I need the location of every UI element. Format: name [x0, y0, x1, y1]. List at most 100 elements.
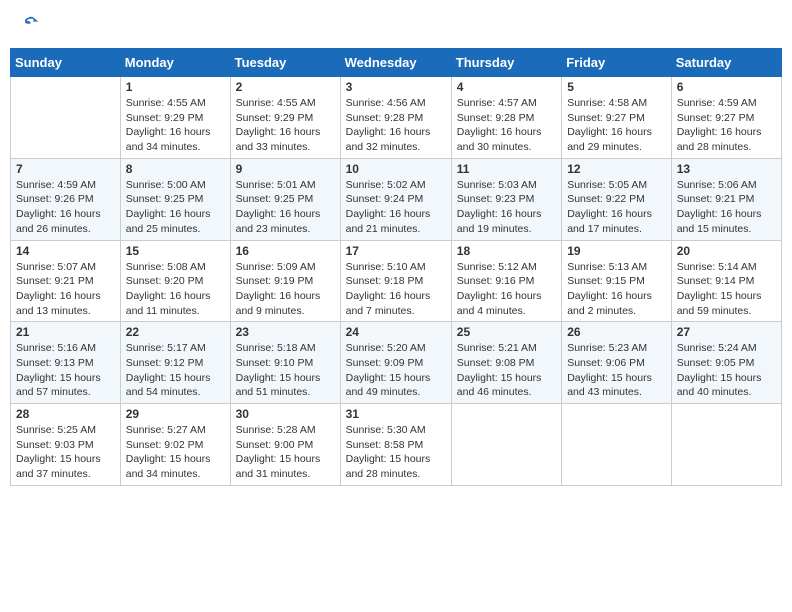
day-number: 1 — [126, 80, 225, 94]
day-info: Sunrise: 5:00 AM Sunset: 9:25 PM Dayligh… — [126, 178, 225, 237]
logo-bird-icon — [22, 15, 40, 33]
calendar-cell: 21 Sunrise: 5:16 AM Sunset: 9:13 PM Dayli… — [11, 322, 121, 404]
calendar-cell — [562, 404, 672, 486]
day-info: Sunrise: 5:05 AM Sunset: 9:22 PM Dayligh… — [567, 178, 666, 237]
day-number: 7 — [16, 162, 115, 176]
day-number: 19 — [567, 244, 666, 258]
calendar-cell: 7 Sunrise: 4:59 AM Sunset: 9:26 PM Daylig… — [11, 158, 121, 240]
day-number: 12 — [567, 162, 666, 176]
day-info: Sunrise: 5:10 AM Sunset: 9:18 PM Dayligh… — [346, 260, 446, 319]
calendar-cell: 18 Sunrise: 5:12 AM Sunset: 9:16 PM Dayli… — [451, 240, 561, 322]
calendar-cell — [671, 404, 781, 486]
calendar-cell: 14 Sunrise: 5:07 AM Sunset: 9:21 PM Dayli… — [11, 240, 121, 322]
day-number: 25 — [457, 325, 556, 339]
calendar-week-row: 7 Sunrise: 4:59 AM Sunset: 9:26 PM Daylig… — [11, 158, 782, 240]
day-number: 3 — [346, 80, 446, 94]
day-number: 24 — [346, 325, 446, 339]
calendar-cell: 29 Sunrise: 5:27 AM Sunset: 9:02 PM Dayli… — [120, 404, 230, 486]
day-number: 2 — [236, 80, 335, 94]
day-number: 27 — [677, 325, 776, 339]
calendar-week-row: 28Sunrise: 5:25 AM Sunset: 9:03 PM Dayli… — [11, 404, 782, 486]
calendar-cell: 11 Sunrise: 5:03 AM Sunset: 9:23 PM Dayli… — [451, 158, 561, 240]
day-number: 28 — [16, 407, 115, 421]
day-number: 22 — [126, 325, 225, 339]
column-header-saturday: Saturday — [671, 49, 781, 77]
calendar-cell: 5 Sunrise: 4:58 AM Sunset: 9:27 PM Daylig… — [562, 77, 672, 159]
calendar-cell — [451, 404, 561, 486]
column-header-monday: Monday — [120, 49, 230, 77]
calendar-cell: 22Sunrise: 5:17 AM Sunset: 9:12 PM Dayli… — [120, 322, 230, 404]
calendar-cell: 3 Sunrise: 4:56 AM Sunset: 9:28 PM Daylig… — [340, 77, 451, 159]
calendar-cell: 23 Sunrise: 5:18 AM Sunset: 9:10 PM Dayli… — [230, 322, 340, 404]
day-number: 9 — [236, 162, 335, 176]
day-info: Sunrise: 4:59 AM Sunset: 9:27 PM Dayligh… — [677, 96, 776, 155]
column-header-tuesday: Tuesday — [230, 49, 340, 77]
calendar-week-row: 1 Sunrise: 4:55 AM Sunset: 9:29 PM Daylig… — [11, 77, 782, 159]
calendar-week-row: 21 Sunrise: 5:16 AM Sunset: 9:13 PM Dayli… — [11, 322, 782, 404]
calendar-table: SundayMondayTuesdayWednesdayThursdayFrid… — [10, 48, 782, 486]
day-info: Sunrise: 5:12 AM Sunset: 9:16 PM Dayligh… — [457, 260, 556, 319]
day-info: Sunrise: 4:56 AM Sunset: 9:28 PM Dayligh… — [346, 96, 446, 155]
calendar-cell: 26 Sunrise: 5:23 AM Sunset: 9:06 PM Dayli… — [562, 322, 672, 404]
day-number: 11 — [457, 162, 556, 176]
day-number: 23 — [236, 325, 335, 339]
day-number: 14 — [16, 244, 115, 258]
day-info: Sunrise: 5:23 AM Sunset: 9:06 PM Dayligh… — [567, 341, 666, 400]
day-number: 26 — [567, 325, 666, 339]
calendar-cell: 1 Sunrise: 4:55 AM Sunset: 9:29 PM Daylig… — [120, 77, 230, 159]
day-number: 18 — [457, 244, 556, 258]
column-header-wednesday: Wednesday — [340, 49, 451, 77]
day-info: Sunrise: 5:24 AM Sunset: 9:05 PM Dayligh… — [677, 341, 776, 400]
calendar-cell: 10Sunrise: 5:02 AM Sunset: 9:24 PM Dayli… — [340, 158, 451, 240]
day-info: Sunrise: 4:58 AM Sunset: 9:27 PM Dayligh… — [567, 96, 666, 155]
day-info: Sunrise: 5:13 AM Sunset: 9:15 PM Dayligh… — [567, 260, 666, 319]
calendar-cell: 30 Sunrise: 5:28 AM Sunset: 9:00 PM Dayli… — [230, 404, 340, 486]
column-header-friday: Friday — [562, 49, 672, 77]
calendar-cell — [11, 77, 121, 159]
day-number: 17 — [346, 244, 446, 258]
day-number: 16 — [236, 244, 335, 258]
column-header-thursday: Thursday — [451, 49, 561, 77]
day-info: Sunrise: 5:30 AM Sunset: 8:58 PM Dayligh… — [346, 423, 446, 482]
day-number: 5 — [567, 80, 666, 94]
day-info: Sunrise: 5:21 AM Sunset: 9:08 PM Dayligh… — [457, 341, 556, 400]
day-info: Sunrise: 5:14 AM Sunset: 9:14 PM Dayligh… — [677, 260, 776, 319]
day-info: Sunrise: 5:03 AM Sunset: 9:23 PM Dayligh… — [457, 178, 556, 237]
calendar-cell: 4Sunrise: 4:57 AM Sunset: 9:28 PM Daylig… — [451, 77, 561, 159]
day-info: Sunrise: 5:02 AM Sunset: 9:24 PM Dayligh… — [346, 178, 446, 237]
day-info: Sunrise: 5:07 AM Sunset: 9:21 PM Dayligh… — [16, 260, 115, 319]
calendar-cell: 6 Sunrise: 4:59 AM Sunset: 9:27 PM Daylig… — [671, 77, 781, 159]
day-info: Sunrise: 5:09 AM Sunset: 9:19 PM Dayligh… — [236, 260, 335, 319]
calendar-cell: 20 Sunrise: 5:14 AM Sunset: 9:14 PM Dayli… — [671, 240, 781, 322]
calendar-cell: 31 Sunrise: 5:30 AM Sunset: 8:58 PM Dayli… — [340, 404, 451, 486]
day-number: 6 — [677, 80, 776, 94]
day-number: 31 — [346, 407, 446, 421]
day-number: 15 — [126, 244, 225, 258]
logo — [20, 15, 40, 33]
day-info: Sunrise: 5:28 AM Sunset: 9:00 PM Dayligh… — [236, 423, 335, 482]
calendar-cell: 28Sunrise: 5:25 AM Sunset: 9:03 PM Dayli… — [11, 404, 121, 486]
day-number: 4 — [457, 80, 556, 94]
calendar-cell: 16 Sunrise: 5:09 AM Sunset: 9:19 PM Dayli… — [230, 240, 340, 322]
day-info: Sunrise: 5:16 AM Sunset: 9:13 PM Dayligh… — [16, 341, 115, 400]
day-number: 20 — [677, 244, 776, 258]
day-number: 30 — [236, 407, 335, 421]
calendar-cell: 27 Sunrise: 5:24 AM Sunset: 9:05 PM Dayli… — [671, 322, 781, 404]
day-info: Sunrise: 5:18 AM Sunset: 9:10 PM Dayligh… — [236, 341, 335, 400]
calendar-cell: 24 Sunrise: 5:20 AM Sunset: 9:09 PM Dayli… — [340, 322, 451, 404]
day-number: 13 — [677, 162, 776, 176]
calendar-cell: 2Sunrise: 4:55 AM Sunset: 9:29 PM Daylig… — [230, 77, 340, 159]
day-number: 21 — [16, 325, 115, 339]
day-info: Sunrise: 4:59 AM Sunset: 9:26 PM Dayligh… — [16, 178, 115, 237]
calendar-cell: 17 Sunrise: 5:10 AM Sunset: 9:18 PM Dayli… — [340, 240, 451, 322]
day-info: Sunrise: 5:20 AM Sunset: 9:09 PM Dayligh… — [346, 341, 446, 400]
day-number: 8 — [126, 162, 225, 176]
day-info: Sunrise: 5:27 AM Sunset: 9:02 PM Dayligh… — [126, 423, 225, 482]
day-info: Sunrise: 4:55 AM Sunset: 9:29 PM Dayligh… — [126, 96, 225, 155]
calendar-cell: 8 Sunrise: 5:00 AM Sunset: 9:25 PM Daylig… — [120, 158, 230, 240]
day-info: Sunrise: 5:06 AM Sunset: 9:21 PM Dayligh… — [677, 178, 776, 237]
calendar-header-row: SundayMondayTuesdayWednesdayThursdayFrid… — [11, 49, 782, 77]
calendar-cell: 12 Sunrise: 5:05 AM Sunset: 9:22 PM Dayli… — [562, 158, 672, 240]
calendar-week-row: 14 Sunrise: 5:07 AM Sunset: 9:21 PM Dayli… — [11, 240, 782, 322]
day-number: 29 — [126, 407, 225, 421]
